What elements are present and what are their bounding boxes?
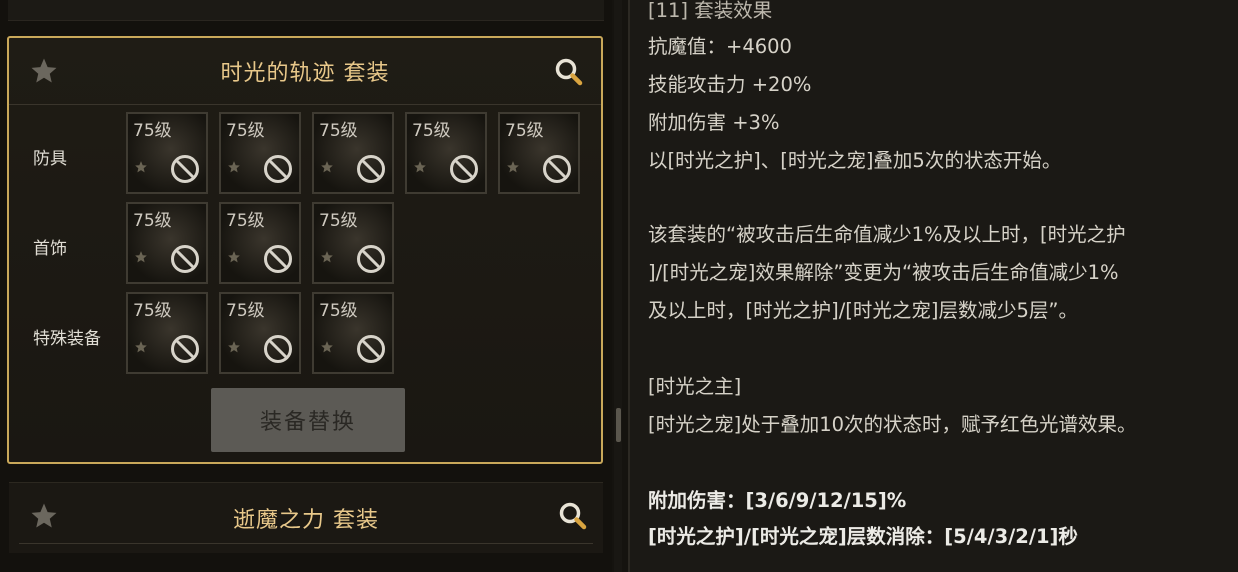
set-effect-description: [11] 套装效果 抗魔值：+4600 技能攻击力 +20% 附加伤害 +3% 以[时光… [628,0,1238,572]
search-icon[interactable] [557,500,589,532]
description-line: [时光之主] [648,375,742,398]
set-title: 时光的轨迹 套装 [220,61,390,86]
equipment-slot[interactable]: 75级 [126,112,208,194]
slot-level-label: 75级 [226,301,265,321]
scrollbar-track[interactable] [614,0,622,572]
star-icon [228,251,240,263]
search-icon[interactable] [553,56,585,88]
ban-icon [264,335,292,363]
equipment-slot[interactable]: 75级 [219,202,301,284]
equipment-slot[interactable]: 75级 [312,202,394,284]
equipment-row-label: 特殊装备 [33,329,101,349]
slot-level-label: 75级 [133,211,172,231]
ban-icon [450,155,478,183]
ban-icon [264,245,292,273]
equipment-slot[interactable]: 75级 [126,292,208,374]
description-line: 以[时光之护]、[时光之宠]叠加5次的状态开始。 [648,149,1062,172]
ban-icon [171,335,199,363]
description-line: 附加伤害 +3% [648,111,780,134]
description-line: 附加伤害：[3/6/9/12/15]% [648,489,907,512]
set-panel-evil-power[interactable]: 逝魔之力 套装 [9,482,603,553]
ban-icon [543,155,571,183]
description-line: 技能攻击力 +20% [648,73,812,96]
slot-level-label: 75级 [133,301,172,321]
equipment-slot[interactable]: 75级 [126,202,208,284]
slot-level-label: 75级 [319,121,358,141]
equipment-row-label: 防具 [33,149,67,169]
previous-panel-edge [8,0,604,21]
star-icon [507,161,519,173]
equipment-row-label: 首饰 [33,239,67,259]
star-icon [414,161,426,173]
ban-icon [357,245,385,273]
description-line: 该套装的“被攻击后生命值减少1%及以上时，[时光之护 [648,223,1126,246]
set-list-column: 时光的轨迹 套装 防具 75级 75级 75级 75级 75级 首饰 75级 75级 75级 特殊装… [0,0,622,572]
description-line: ]/[时光之宠]效果解除”变更为“被攻击后生命值减少1% [648,261,1119,284]
ban-icon [171,245,199,273]
description-line: 抗魔值：+4600 [648,35,792,58]
set-panel-time-trace[interactable]: 时光的轨迹 套装 防具 75级 75级 75级 75级 75级 首饰 75级 75级 75级 特殊装… [7,36,603,464]
set-title: 逝魔之力 套装 [233,508,379,533]
star-icon [228,161,240,173]
slot-level-label: 75级 [226,211,265,231]
description-line: [时光之护]/[时光之宠]层数消除：[5/4/3/2/1]秒 [648,525,1078,548]
equipment-slot[interactable]: 75级 [312,292,394,374]
star-icon [135,341,147,353]
equipment-slot[interactable]: 75级 [219,112,301,194]
scrollbar-thumb[interactable] [616,408,621,442]
star-icon [321,341,333,353]
star-icon [135,251,147,263]
equipment-slot[interactable]: 75级 [498,112,580,194]
slot-level-label: 75级 [412,121,451,141]
star-icon [321,251,333,263]
equipment-slot[interactable]: 75级 [312,112,394,194]
equipment-slot[interactable]: 75级 [405,112,487,194]
slot-level-label: 75级 [133,121,172,141]
set-panel-header: 时光的轨迹 套装 [9,38,601,105]
ban-icon [357,335,385,363]
star-icon [321,161,333,173]
description-line: [时光之宠]处于叠加10次的状态时，赋予红色光谱效果。 [648,413,1137,436]
description-line: [11] 套装效果 [648,0,773,22]
slot-level-label: 75级 [226,121,265,141]
ban-icon [171,155,199,183]
slot-level-label: 75级 [319,211,358,231]
slot-level-label: 75级 [319,301,358,321]
equipment-replace-button[interactable]: 装备替换 [211,388,405,452]
description-line: 及以上时，[时光之护]/[时光之宠]层数减少5层”。 [648,299,1079,322]
ban-icon [357,155,385,183]
ban-icon [264,155,292,183]
star-icon [228,341,240,353]
equipment-slot[interactable]: 75级 [219,292,301,374]
slot-level-label: 75级 [505,121,544,141]
star-icon [135,161,147,173]
divider [19,543,593,544]
